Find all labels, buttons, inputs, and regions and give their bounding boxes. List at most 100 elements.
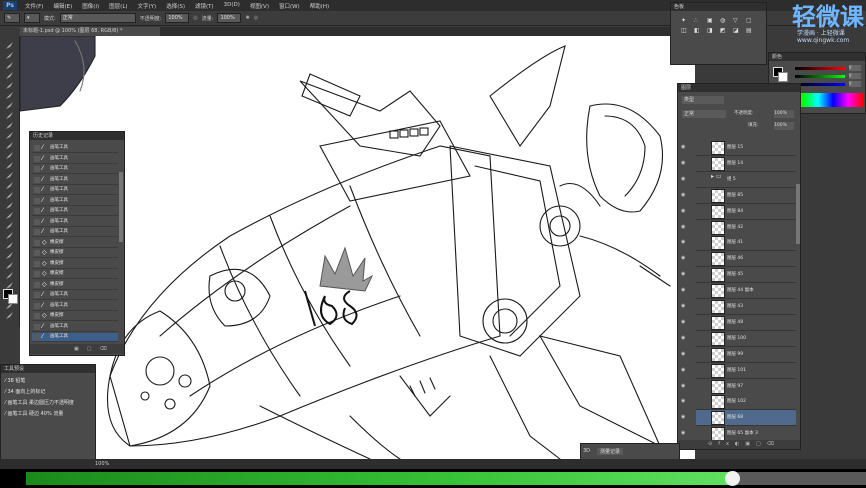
layer-row[interactable]: ◉ 图层 85: [681, 187, 796, 204]
history-row[interactable]: ◇ 橡皮擦: [32, 312, 118, 321]
snapshot-checkbox[interactable]: [34, 155, 40, 162]
tool-icon[interactable]: [4, 61, 15, 70]
swatch-icon[interactable]: ◧: [694, 27, 704, 34]
layer-row[interactable]: ◉ 图层 43: [681, 299, 796, 315]
snapshot-checkbox[interactable]: [34, 229, 40, 235]
swatch-icon[interactable]: ▢: [746, 17, 756, 24]
snapshot-checkbox[interactable]: [34, 313, 40, 319]
visibility-eye-icon[interactable]: ◉: [681, 335, 689, 341]
blue-slider[interactable]: [795, 83, 845, 86]
history-row[interactable]: ⁄ 画笔工具: [32, 197, 118, 206]
history-row[interactable]: ⁄ 画笔工具: [32, 302, 118, 311]
tool-icon[interactable]: [4, 41, 15, 50]
tool-icon[interactable]: [4, 111, 15, 120]
layer-row[interactable]: ◉ 图层 48: [681, 314, 796, 331]
menu-item[interactable]: 选择(S): [161, 2, 190, 10]
history-row[interactable]: ◇ 橡皮擦: [32, 281, 118, 290]
brush-preset-picker[interactable]: ✎: [4, 13, 20, 23]
layer-row[interactable]: ◉ 图层 84: [681, 203, 796, 220]
visibility-eye-icon[interactable]: ◉: [681, 398, 689, 404]
visibility-eye-icon[interactable]: ◉: [681, 383, 689, 389]
tool-icon[interactable]: [4, 311, 15, 320]
pressure-opacity-icon[interactable]: ◎: [193, 15, 197, 21]
tool-icon[interactable]: [4, 241, 15, 250]
snapshot-checkbox[interactable]: [34, 145, 40, 151]
zoom-readout[interactable]: 100%: [95, 461, 109, 467]
history-scrollbar[interactable]: [119, 172, 123, 242]
menu-item[interactable]: 滤镜(T): [190, 2, 219, 10]
layer-row[interactable]: ◉ 图层 46: [681, 251, 796, 268]
visibility-eye-icon[interactable]: ◉: [681, 414, 689, 420]
visibility-eye-icon[interactable]: ◉: [681, 430, 689, 436]
tool-icon[interactable]: [4, 151, 15, 160]
snapshot-checkbox[interactable]: [34, 187, 40, 193]
layers-footer-icons[interactable]: ⊝fx◐▣▢⌫: [678, 440, 800, 449]
swatch-icon[interactable]: ▽: [733, 17, 743, 24]
swatch-icon[interactable]: ▤: [746, 27, 756, 34]
snapshot-checkbox[interactable]: [34, 176, 40, 183]
visibility-eye-icon[interactable]: ◉: [681, 192, 689, 198]
snapshot-checkbox[interactable]: [34, 292, 40, 298]
swatch-icon[interactable]: ◍: [720, 17, 730, 24]
history-row[interactable]: ⁄ 画笔工具: [32, 333, 118, 342]
swatch-icon[interactable]: ✦: [681, 17, 691, 24]
visibility-eye-icon[interactable]: ◉: [681, 239, 689, 245]
tool-icon[interactable]: [4, 91, 15, 100]
background-color-swatch[interactable]: [778, 72, 788, 82]
snapshot-checkbox[interactable]: [34, 208, 40, 214]
tool-icon[interactable]: [4, 201, 15, 210]
history-row[interactable]: ⁄ 画笔工具: [32, 207, 118, 216]
layer-row[interactable]: ◉ 图层 41: [681, 235, 796, 252]
video-progress-knob[interactable]: [725, 471, 740, 486]
visibility-eye-icon[interactable]: ◉: [681, 160, 689, 166]
mini-tab[interactable]: 测量记录: [597, 448, 624, 455]
red-value[interactable]: 0: [849, 65, 861, 71]
menu-item[interactable]: 编辑(E): [48, 2, 77, 10]
menu-item[interactable]: 图像(I): [77, 2, 104, 10]
layer-row[interactable]: ◉ 图层 97: [681, 378, 796, 395]
tool-icon[interactable]: [4, 271, 15, 280]
document-tab[interactable]: 未标题-1.psd @ 100% (图层 68, RGB/8) *: [20, 27, 160, 36]
layer-fill-input[interactable]: 100%: [774, 122, 794, 130]
tool-icon[interactable]: [4, 261, 15, 270]
brush-size-picker[interactable]: ▾: [24, 13, 40, 23]
red-slider[interactable]: [795, 67, 845, 70]
visibility-eye-icon[interactable]: ◉: [681, 144, 689, 150]
history-row[interactable]: ⁄ 画笔工具: [32, 155, 118, 164]
visibility-eye-icon[interactable]: ◉: [681, 271, 689, 277]
preset-row[interactable]: ⁄ 38 铅笔: [5, 377, 93, 386]
layer-row[interactable]: ◉ 图层 102: [681, 394, 796, 411]
menu-item[interactable]: 窗口(W): [274, 2, 305, 10]
snapshot-checkbox[interactable]: [34, 281, 40, 288]
tool-icon[interactable]: [4, 131, 15, 140]
swatch-icon[interactable]: ∴: [694, 17, 704, 24]
tool-icon[interactable]: [4, 231, 15, 240]
snapshot-checkbox[interactable]: [34, 166, 40, 172]
layer-opacity-input[interactable]: 100%: [774, 110, 794, 118]
menu-item[interactable]: 文字(Y): [133, 2, 162, 10]
visibility-eye-icon[interactable]: ◉: [681, 255, 689, 261]
flow-input[interactable]: 100%: [217, 13, 242, 23]
visibility-eye-icon[interactable]: ◉: [681, 319, 689, 325]
history-row[interactable]: ⁄ 画笔工具: [32, 144, 118, 153]
opacity-input[interactable]: 100%: [165, 13, 190, 23]
menu-item[interactable]: 视图(V): [245, 2, 274, 10]
layer-row[interactable]: ◉ 图层 15: [681, 140, 796, 156]
layer-row[interactable]: ◉ 图层 100: [681, 330, 796, 347]
layers-scrollbar[interactable]: [796, 184, 800, 244]
tool-icon[interactable]: [4, 191, 15, 200]
tool-icon[interactable]: [4, 161, 15, 170]
snapshot-checkbox[interactable]: [34, 197, 40, 204]
layer-row[interactable]: ◉ 图层 99: [681, 346, 796, 363]
tool-icon[interactable]: [4, 211, 15, 220]
history-row[interactable]: ⁄ 画笔工具: [32, 323, 118, 332]
blend-mode-select[interactable]: 正常: [682, 110, 726, 118]
tool-icon[interactable]: [4, 71, 15, 80]
menu-item[interactable]: 帮助(H): [305, 2, 334, 10]
snapshot-checkbox[interactable]: [34, 218, 40, 225]
snapshot-checkbox[interactable]: [34, 260, 40, 267]
swatch-icon[interactable]: ◫: [681, 27, 691, 34]
visibility-eye-icon[interactable]: ◉: [681, 303, 689, 309]
layer-row[interactable]: ◉ 图层 68: [681, 410, 796, 427]
tool-icon[interactable]: [4, 251, 15, 260]
